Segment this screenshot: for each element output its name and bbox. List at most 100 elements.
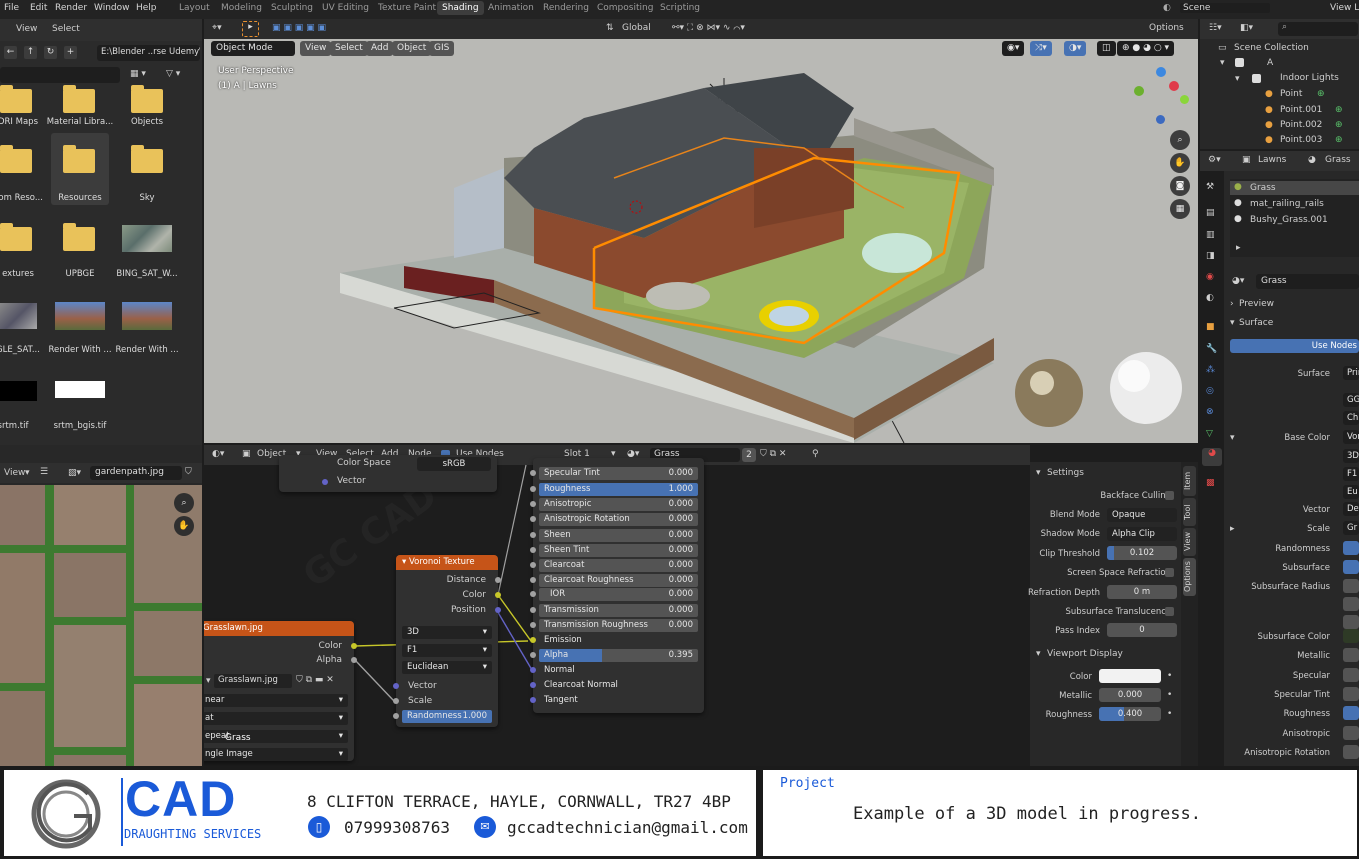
refresh-icon[interactable]: ↻ xyxy=(44,46,57,59)
tab-sculpting[interactable]: Sculpting xyxy=(271,3,313,13)
outliner-item-point-003[interactable]: Point.003 xyxy=(1280,135,1322,145)
render-thumbnail[interactable] xyxy=(55,302,105,330)
visibility-icon[interactable]: ◉▾ xyxy=(1002,41,1025,56)
interpolation-select[interactable]: near ▾ xyxy=(204,694,348,707)
back-icon[interactable]: ← xyxy=(4,46,17,59)
image-node-stub[interactable]: Color Space sRGB Vector xyxy=(279,455,497,492)
input-socket[interactable] xyxy=(530,697,536,703)
bsdf-row[interactable]: Clearcoat 0.000 xyxy=(539,559,698,572)
folder-icon[interactable] xyxy=(63,85,95,113)
sidebar-tab-tool[interactable]: Tool xyxy=(1183,498,1196,526)
new-folder-icon[interactable]: + xyxy=(64,46,77,59)
view-layer-selector[interactable]: View L xyxy=(1330,3,1359,13)
tab-rendering[interactable]: Rendering xyxy=(543,3,589,13)
bsdf-row[interactable]: Specular Tint 0.000 xyxy=(539,467,698,480)
folder-icon[interactable] xyxy=(0,145,32,173)
checkbox-icon[interactable] xyxy=(1252,74,1261,83)
constraints-tab-icon[interactable]: ⊗ xyxy=(1206,407,1214,417)
navigation-gizmo[interactable] xyxy=(1134,67,1189,127)
ssr-checkbox[interactable] xyxy=(1165,568,1174,577)
subsurface-radius-field[interactable] xyxy=(1343,597,1359,611)
bsdf-row[interactable]: Anisotropic 0.000 xyxy=(539,498,698,511)
node-input-value[interactable]: Eu xyxy=(1343,485,1359,499)
gis-menu[interactable]: GIS xyxy=(429,41,455,56)
voronoi-feature-select[interactable]: F1 ▾ xyxy=(402,644,492,657)
material-browse-icon[interactable]: ◕▾ xyxy=(1232,276,1244,286)
image-browse-icon[interactable]: ▾ xyxy=(206,676,211,686)
expand-icon[interactable]: › xyxy=(1230,299,1234,309)
image-browse-icon[interactable]: ▨▾ xyxy=(68,468,81,478)
subsurface-radius-field[interactable] xyxy=(1343,579,1359,593)
outliner-item-point[interactable]: Point xyxy=(1280,89,1302,99)
specular-slider[interactable] xyxy=(1343,668,1359,682)
overlay-toggle-icon[interactable]: ◑▾ xyxy=(1064,41,1087,56)
modifier-tab-icon[interactable]: 🔧 xyxy=(1206,344,1217,354)
image-actions-icons[interactable]: ⛉ ⧉ ▬ ✕ xyxy=(296,675,334,685)
image-thumbnail[interactable] xyxy=(55,381,105,398)
input-socket[interactable] xyxy=(393,698,399,704)
voronoi-randomness-slider[interactable]: Randomness 1.000 xyxy=(402,710,492,723)
bsdf-row[interactable]: Sheen Tint 0.000 xyxy=(539,544,698,557)
anisotropic-rotation-slider[interactable] xyxy=(1343,745,1359,759)
expand-icon[interactable]: ▾ xyxy=(1230,433,1235,443)
voronoi-texture-node[interactable]: ▾ Voronoi Texture Distance Color Positio… xyxy=(393,555,501,727)
pivot-icons[interactable]: ⚯▾ ⛶ ⊗ ⋈▾ ∿ ⌒▾ xyxy=(672,23,745,33)
anisotropic-slider[interactable] xyxy=(1343,726,1359,740)
image-name-field[interactable]: gardenpath.jpg xyxy=(90,466,182,480)
editor-type-icon[interactable]: ⌖▾ xyxy=(212,23,222,33)
expand-icon[interactable]: ▾ xyxy=(1220,58,1225,68)
surface-panel[interactable]: Surface xyxy=(1239,318,1273,328)
satellite-thumbnail[interactable] xyxy=(0,303,37,329)
input-socket[interactable] xyxy=(530,622,536,628)
file-item-label[interactable]: Objects xyxy=(112,117,182,127)
house-scene[interactable] xyxy=(204,58,1198,443)
select-mode-icons[interactable]: ▣ ▣ ▣ ▣ ▣ xyxy=(272,23,326,33)
view-menu[interactable]: View xyxy=(300,41,332,56)
checkbox-icon[interactable] xyxy=(1235,58,1244,67)
tab-layout[interactable]: Layout xyxy=(179,3,210,13)
menu-edit[interactable]: Edit xyxy=(30,3,47,13)
expand-icon[interactable]: ▾ xyxy=(1230,318,1235,328)
menu-file[interactable]: File xyxy=(4,3,19,13)
sidebar-tab-options[interactable]: Options xyxy=(1183,558,1196,596)
input-socket[interactable] xyxy=(530,532,536,538)
node-input-value[interactable]: Chr xyxy=(1343,411,1359,425)
file-item-label[interactable]: Material Libra... xyxy=(45,117,115,127)
outliner-scene-collection[interactable]: Scene Collection xyxy=(1234,43,1309,53)
axis-x-icon[interactable] xyxy=(1169,81,1179,91)
display-color-swatch[interactable] xyxy=(1099,669,1161,683)
zoom-icon[interactable]: ⌕ xyxy=(1170,130,1190,150)
bsdf-roughness-row[interactable]: Roughness 1.000 xyxy=(539,483,698,496)
parent-dir-icon[interactable]: ↑ xyxy=(24,46,37,59)
image-node-header[interactable]: Grasslawn.jpg xyxy=(204,621,354,636)
add-menu[interactable]: Add xyxy=(366,41,394,56)
outliner-editor-icon[interactable]: ☷▾ xyxy=(1209,23,1222,33)
object-tab-icon[interactable]: ■ xyxy=(1206,322,1215,332)
input-socket[interactable] xyxy=(530,577,536,583)
viewport-3d[interactable]: ⌖▾ ▸ ▣ ▣ ▣ ▣ ▣ ⇅ Global ⚯▾ ⛶ ⊗ ⋈▾ ∿ ⌒▾ O… xyxy=(204,19,1198,443)
input-socket[interactable] xyxy=(530,637,536,643)
mode-selector[interactable]: Object Mode xyxy=(211,41,295,56)
pass-index-field[interactable]: 0 xyxy=(1107,623,1177,637)
sidebar-tab-item[interactable]: Item xyxy=(1183,466,1196,496)
base-color-value[interactable]: Vor xyxy=(1343,430,1359,444)
voronoi-metric-select[interactable]: Euclidean ▾ xyxy=(402,661,492,674)
object-menu[interactable]: Object xyxy=(392,41,432,56)
file-item-label[interactable]: srtm.tif xyxy=(0,421,48,431)
material-name-field[interactable]: Grass xyxy=(1256,274,1359,289)
bsdf-row[interactable]: Transmission Roughness 0.000 xyxy=(539,619,698,632)
list-grip-icon[interactable]: ▸ xyxy=(1236,243,1241,253)
metallic-slider[interactable] xyxy=(1343,648,1359,662)
input-socket[interactable] xyxy=(530,667,536,673)
shadow-mode-select[interactable]: Alpha Clip xyxy=(1107,527,1177,541)
output-socket[interactable] xyxy=(351,657,357,663)
subsurface-radius-field[interactable] xyxy=(1343,615,1359,629)
folder-icon[interactable] xyxy=(131,145,163,173)
source-select[interactable]: ngle Image ▾ xyxy=(204,748,348,761)
hamburger-icon[interactable]: ☰ xyxy=(40,467,48,477)
outliner-item-indoor-lights[interactable]: Indoor Lights xyxy=(1280,73,1339,83)
menu-render[interactable]: Render xyxy=(55,3,87,13)
file-item-label[interactable]: UPBGE xyxy=(45,269,115,279)
output-socket[interactable] xyxy=(351,643,357,649)
select-menu[interactable]: Select xyxy=(330,41,368,56)
